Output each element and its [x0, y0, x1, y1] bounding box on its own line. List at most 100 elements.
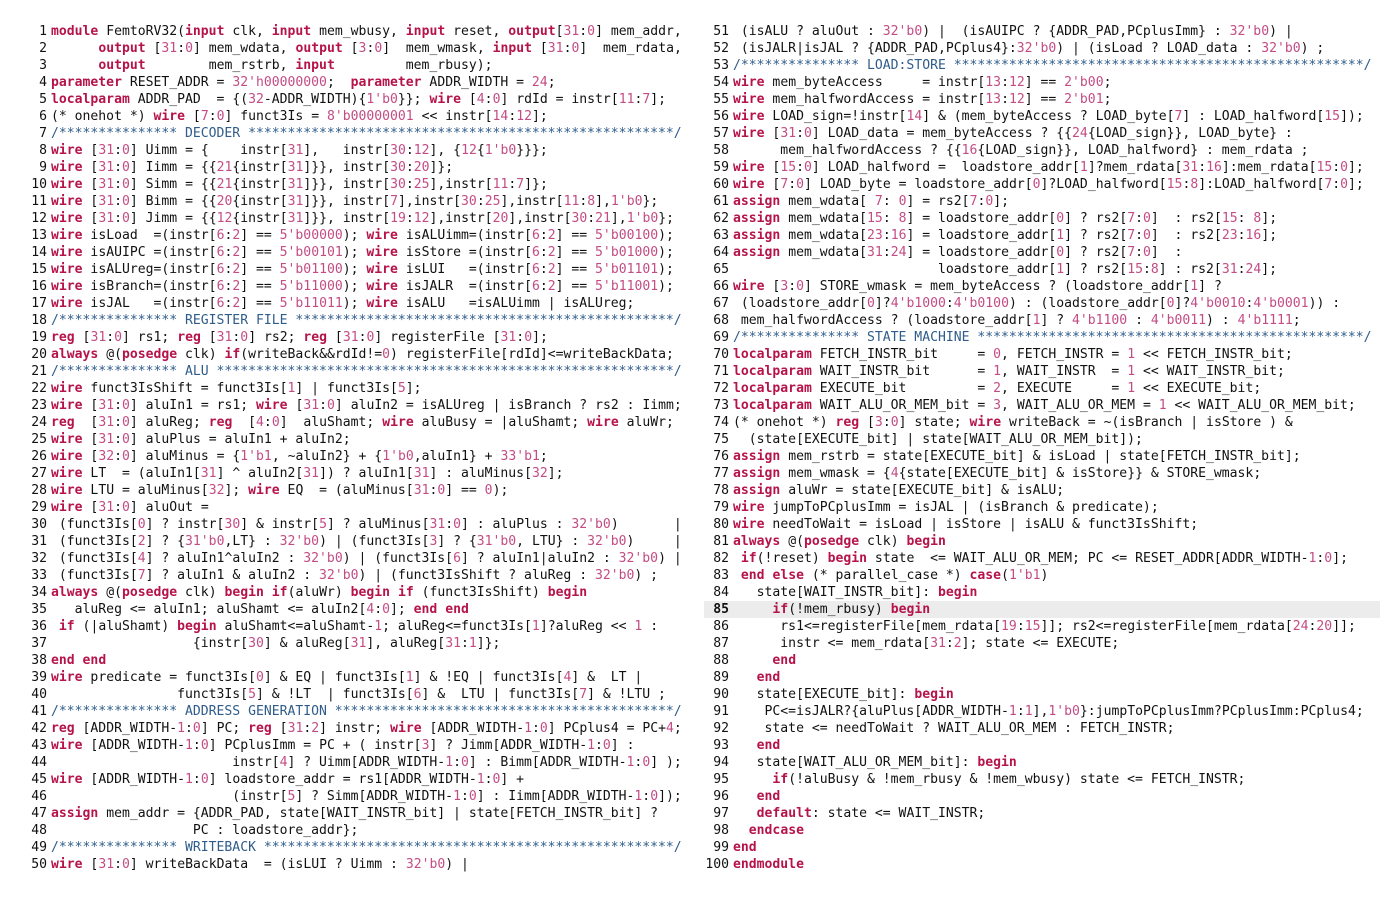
line-number: 37 — [31, 636, 47, 651]
code-text: (isJALR|isJAL ? {ADDR_PAD,PCplus4}:32'b0… — [733, 41, 1325, 56]
code-text: wire [3:0] STORE_wmask = mem_byteAccess … — [733, 279, 1222, 294]
code-pane-right: 51 (isALU ? aluOut : 32'b0) | (isAUIPC ?… — [704, 23, 1380, 873]
code-line-81: 81 always @(posedge clk) begin — [704, 533, 1380, 550]
line-number: 58 — [713, 143, 729, 158]
code-line-8: 8 wire [31:0] Uimm = { instr[31], instr[3… — [22, 142, 700, 159]
code-line-74: 74 (* onehot *) reg [3:0] state; wire wri… — [704, 414, 1380, 431]
code-text: state <= needToWait ? WAIT_ALU_OR_MEM : … — [733, 721, 1175, 736]
code-text: PC : loadstore_addr}; — [51, 823, 359, 838]
code-text: wire isAUIPC =(instr[6:2] == 5'b00101); … — [51, 245, 674, 260]
line-number: 7 — [39, 126, 47, 141]
code-line-29: 29 wire [31:0] aluOut = — [22, 499, 700, 516]
code-line-7: 7 /*************** DECODER **************… — [22, 125, 700, 142]
code-text: aluReg <= aluIn1; aluShamt <= aluIn2[4:0… — [51, 602, 469, 617]
code-line-1: 1 module FemtoRV32(input clk, input mem_w… — [22, 23, 700, 40]
code-line-56: 56 wire LOAD_sign=!instr[14] & (mem_byteA… — [704, 108, 1380, 125]
code-text: reg [31:0] rs1; reg [31:0] rs2; reg [31:… — [51, 330, 548, 345]
code-text: /*************** REGISTER FILE *********… — [51, 313, 682, 328]
code-text: output mem_rstrb, input mem_rbusy); — [98, 58, 493, 73]
code-text: wire LT = (aluIn1[31] ^ aluIn2[31]) ? al… — [51, 466, 564, 481]
line-number: 22 — [31, 381, 47, 396]
line-number: 13 — [31, 228, 47, 243]
code-text: assign mem_wdata[31:24] = loadstore_addr… — [733, 245, 1183, 260]
code-line-96: 96 end — [704, 788, 1380, 805]
line-number: 25 — [31, 432, 47, 447]
line-number: 97 — [713, 806, 729, 821]
code-line-21: 21 /*************** ALU *****************… — [22, 363, 700, 380]
line-number: 74 — [713, 415, 729, 430]
code-text: end — [756, 789, 781, 804]
code-text: wire [31:0] writeBackData = (isLUI ? Uim… — [51, 857, 469, 872]
code-text: end — [756, 738, 781, 753]
code-text: end — [756, 670, 781, 685]
code-text: state[EXECUTE_bit]: begin — [733, 687, 954, 702]
line-number: 91 — [713, 704, 729, 719]
code-text: wire needToWait = isLoad | isStore | isA… — [733, 517, 1199, 532]
code-text: wire [ADDR_WIDTH-1:0] loadstore_addr = r… — [51, 772, 525, 787]
code-line-37: 37 {instr[30] & aluReg[31], aluReg[31:1]… — [22, 635, 700, 652]
line-number: 1 — [39, 24, 47, 39]
code-line-49: 49 /*************** WRITEBACK ***********… — [22, 839, 700, 856]
code-text: /*************** WRITEBACK *************… — [51, 840, 682, 855]
code-line-50: 50 wire [31:0] writeBackData = (isLUI ? U… — [22, 856, 700, 873]
line-number: 63 — [713, 228, 729, 243]
code-line-3: 3 output mem_rstrb, input mem_rbusy); — [22, 57, 700, 74]
code-line-11: 11 wire [31:0] Bimm = {{20{instr[31]}}, i… — [22, 193, 700, 210]
code-text: wire [32:0] aluMinus = {1'b1, ~aluIn2} +… — [51, 449, 548, 464]
line-number: 98 — [713, 823, 729, 838]
line-number: 38 — [31, 653, 47, 668]
code-text: /*************** STATE MACHINE *********… — [733, 330, 1372, 345]
code-line-23: 23 wire [31:0] aluIn1 = rs1; wire [31:0] … — [22, 397, 700, 414]
code-line-31: 31 (funct3Is[2] ? {31'b0,LT} : 32'b0) | … — [22, 533, 700, 550]
line-number: 45 — [31, 772, 47, 787]
code-line-9: 9 wire [31:0] Iimm = {{21{instr[31]}}, in… — [22, 159, 700, 176]
code-line-97: 97 default: state <= WAIT_INSTR; — [704, 805, 1380, 822]
code-text: state[WAIT_INSTR_bit]: begin — [733, 585, 978, 600]
code-line-38: 38 end end — [22, 652, 700, 669]
code-line-43: 43 wire [ADDR_WIDTH-1:0] PCplusImm = PC +… — [22, 737, 700, 754]
code-text: module FemtoRV32(input clk, input mem_wb… — [51, 24, 682, 39]
line-number: 21 — [31, 364, 47, 379]
code-line-68: 68 mem_halfwordAccess ? (loadstore_addr[… — [704, 312, 1380, 329]
code-line-10: 10 wire [31:0] Simm = {{21{instr[31]}}, i… — [22, 176, 700, 193]
line-number: 95 — [713, 772, 729, 787]
code-line-90: 90 state[EXECUTE_bit]: begin — [704, 686, 1380, 703]
code-text: wire isLoad =(instr[6:2] == 5'b00000); w… — [51, 228, 674, 243]
code-line-92: 92 state <= needToWait ? WAIT_ALU_OR_MEM… — [704, 720, 1380, 737]
line-number: 40 — [31, 687, 47, 702]
code-line-60: 60 wire [7:0] LOAD_byte = loadstore_addr[… — [704, 176, 1380, 193]
code-line-46: 46 (instr[5] ? Simm[ADDR_WIDTH-1:0] : Ii… — [22, 788, 700, 805]
code-text: output [31:0] mem_wdata, output [3:0] me… — [98, 41, 682, 56]
code-line-59: 59 wire [15:0] LOAD_halfword = loadstore_… — [704, 159, 1380, 176]
code-line-57: 57 wire [31:0] LOAD_data = mem_byteAccess… — [704, 125, 1380, 142]
code-line-24: 24 reg [31:0] aluReg; reg [4:0] aluShamt;… — [22, 414, 700, 431]
line-number: 65 — [713, 262, 729, 277]
code-text: instr <= mem_rdata[31:2]; state <= EXECU… — [733, 636, 1120, 651]
code-line-77: 77 assign mem_wmask = {4{state[EXECUTE_bi… — [704, 465, 1380, 482]
code-text: end — [772, 653, 797, 668]
code-line-14: 14 wire isAUIPC =(instr[6:2] == 5'b00101)… — [22, 244, 700, 261]
code-text: (funct3Is[0] ? instr[30] & instr[5] ? al… — [51, 517, 682, 532]
code-line-40: 40 funct3Is[5] & !LT | funct3Is[6] & LTU… — [22, 686, 700, 703]
code-text: endmodule — [733, 857, 804, 872]
code-text: end end — [51, 653, 107, 668]
line-number: 50 — [31, 857, 47, 872]
line-number: 77 — [713, 466, 729, 481]
code-text: assign mem_wmask = {4{state[EXECUTE_bit]… — [733, 466, 1262, 481]
line-number: 16 — [31, 279, 47, 294]
code-line-33: 33 (funct3Is[7] ? aluIn1 & aluIn2 : 32'b… — [22, 567, 700, 584]
code-line-63: 63 assign mem_wdata[23:16] = loadstore_ad… — [704, 227, 1380, 244]
code-text: (funct3Is[2] ? {31'b0,LT} : 32'b0) | (fu… — [51, 534, 682, 549]
code-line-62: 62 assign mem_wdata[15: 8] = loadstore_ad… — [704, 210, 1380, 227]
code-text: default: state <= WAIT_INSTR; — [756, 806, 986, 821]
line-number: 46 — [31, 789, 47, 804]
code-text: (funct3Is[4] ? aluIn1^aluIn2 : 32'b0) | … — [51, 551, 682, 566]
code-line-4: 4 parameter RESET_ADDR = 32'h00000000; pa… — [22, 74, 700, 91]
line-number: 66 — [713, 279, 729, 294]
code-line-73: 73 localparam WAIT_ALU_OR_MEM_bit = 3, WA… — [704, 397, 1380, 414]
code-line-2: 2 output [31:0] mem_wdata, output [3:0] … — [22, 40, 700, 57]
code-line-99: 99 end — [704, 839, 1380, 856]
line-number: 69 — [713, 330, 729, 345]
line-number: 5 — [39, 92, 47, 107]
code-text: wire [7:0] LOAD_byte = loadstore_addr[0]… — [733, 177, 1364, 192]
